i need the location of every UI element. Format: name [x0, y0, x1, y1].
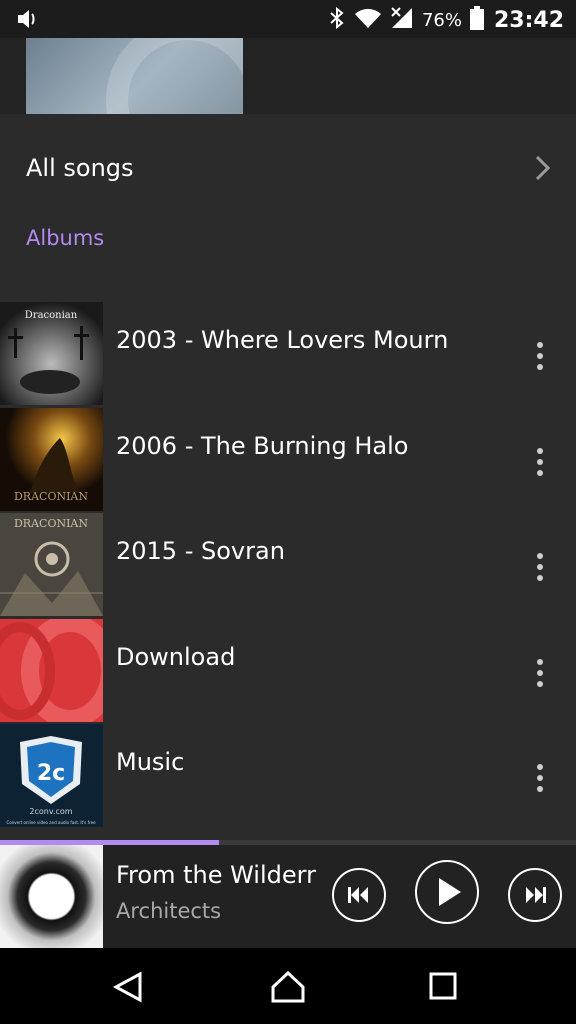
play-icon: [439, 878, 461, 906]
chevron-right-icon: [534, 154, 552, 186]
album-row[interactable]: DRACONIAN 2015 - Sovran: [0, 513, 576, 617]
album-title: 2006 - The Burning Halo: [116, 432, 409, 460]
volume-icon: [16, 8, 40, 34]
back-icon[interactable]: [112, 970, 144, 1008]
more-options-icon[interactable]: [532, 444, 548, 480]
previous-track-button[interactable]: [332, 868, 386, 922]
recents-icon[interactable]: [428, 970, 458, 1006]
album-row[interactable]: 2c 2conv.com Convert online video and au…: [0, 724, 576, 828]
cell-signal-icon: [390, 6, 414, 34]
next-icon: [526, 887, 546, 903]
album-row[interactable]: Draconian 2003 - Where Lovers Mourn: [0, 302, 576, 406]
system-navigation-bar: [0, 948, 576, 1024]
battery-icon: [469, 6, 484, 34]
album-artwork: DRACONIAN: [0, 513, 103, 616]
header-artwork: [26, 38, 243, 114]
now-playing-bar[interactable]: From the Wilderness Architects: [0, 845, 576, 948]
svg-text:DRACONIAN: DRACONIAN: [14, 490, 88, 503]
svg-text:DRACONIAN: DRACONIAN: [14, 517, 88, 530]
clock: 23:42: [493, 7, 564, 33]
more-options-icon[interactable]: [532, 655, 548, 691]
now-playing-artwork: [0, 845, 103, 948]
album-artwork: 2c 2conv.com Convert online video and au…: [0, 724, 103, 827]
svg-text:Draconian: Draconian: [25, 310, 78, 321]
svg-text:2conv.com: 2conv.com: [29, 807, 72, 816]
album-row[interactable]: Download: [0, 619, 576, 723]
album-artwork: DRACONIAN: [0, 408, 103, 511]
all-songs-row[interactable]: All songs: [0, 118, 576, 222]
now-playing-artist: Architects: [116, 899, 222, 923]
svg-text:2c: 2c: [37, 761, 65, 786]
more-options-icon[interactable]: [532, 549, 548, 585]
album-row[interactable]: DRACONIAN 2006 - The Burning Halo: [0, 408, 576, 512]
home-icon[interactable]: [270, 970, 306, 1008]
albums-section-header: Albums: [26, 226, 105, 250]
more-options-icon[interactable]: [532, 338, 548, 374]
more-options-icon[interactable]: [532, 760, 548, 796]
wifi-icon: [354, 7, 382, 33]
album-artwork: [0, 619, 103, 722]
album-title: Music: [116, 748, 185, 776]
album-title: Download: [116, 643, 236, 671]
now-playing-title: From the Wilderness: [116, 861, 316, 889]
svg-text:Convert online video and audio: Convert online video and audio fast. It'…: [6, 820, 96, 825]
next-track-button[interactable]: [508, 868, 562, 922]
previous-icon: [348, 887, 368, 903]
album-title: 2003 - Where Lovers Mourn: [116, 326, 449, 354]
status-bar: 76% 23:42: [0, 0, 576, 38]
bluetooth-icon: [328, 6, 346, 34]
play-button[interactable]: [415, 860, 479, 924]
all-songs-label: All songs: [26, 154, 134, 182]
album-title: 2015 - Sovran: [116, 537, 285, 565]
battery-percent: 76%: [421, 9, 462, 31]
album-artwork: Draconian: [0, 302, 103, 405]
